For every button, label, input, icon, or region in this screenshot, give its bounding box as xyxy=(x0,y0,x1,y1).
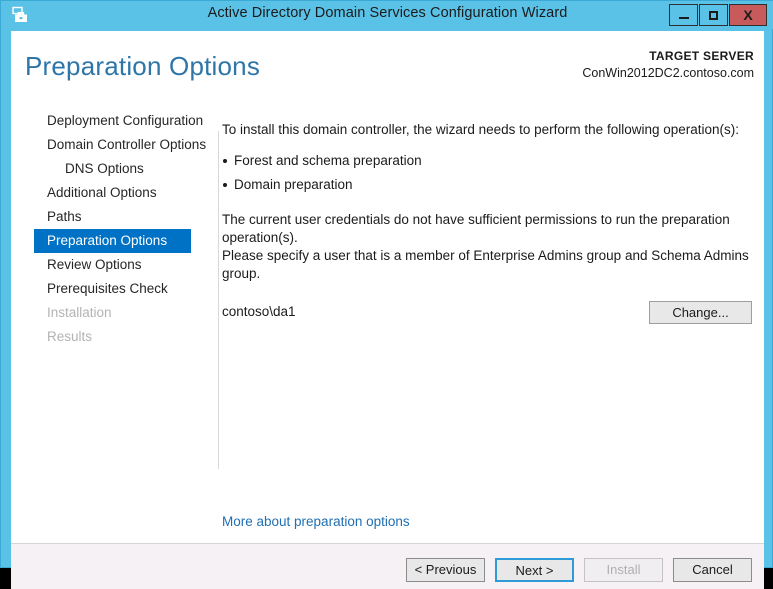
wizard-window: Active Directory Domain Services Configu… xyxy=(0,0,773,589)
list-item: Domain preparation xyxy=(222,173,752,197)
sidebar-divider xyxy=(218,131,219,469)
sidebar-item-preparation-options[interactable]: Preparation Options xyxy=(34,229,191,253)
wizard-footer: < Previous Next > Install Cancel xyxy=(11,543,764,589)
target-server-label: TARGET SERVER xyxy=(649,49,754,63)
credential-user-value: contoso\da1 xyxy=(222,304,296,319)
wizard-step-nav: Deployment Configuration Domain Controll… xyxy=(11,109,208,349)
change-credentials-button[interactable]: Change... xyxy=(649,301,752,324)
previous-button[interactable]: < Previous xyxy=(406,558,485,582)
sidebar-item-review-options[interactable]: Review Options xyxy=(11,253,208,277)
window-title: Active Directory Domain Services Configu… xyxy=(207,5,568,21)
window-controls: X xyxy=(669,4,767,26)
next-button[interactable]: Next > xyxy=(495,558,574,582)
sidebar-item-domain-controller-options[interactable]: Domain Controller Options xyxy=(11,133,208,157)
operations-list: Forest and schema preparation Domain pre… xyxy=(222,149,752,197)
target-server-block: TARGET SERVER ConWin2012DC2.contoso.com xyxy=(582,49,754,81)
sidebar-item-installation: Installation xyxy=(47,305,112,320)
maximize-icon xyxy=(709,10,718,20)
sidebar-item-dns-options[interactable]: DNS Options xyxy=(11,157,208,181)
cancel-button[interactable]: Cancel xyxy=(673,558,752,582)
minimize-button[interactable] xyxy=(669,4,698,26)
install-button: Install xyxy=(584,558,663,582)
sidebar-item-additional-options[interactable]: Additional Options xyxy=(11,181,208,205)
intro-text: To install this domain controller, the w… xyxy=(222,122,740,137)
maximize-button[interactable] xyxy=(699,4,728,26)
main-content: To install this domain controller, the w… xyxy=(222,121,752,325)
target-server-name: ConWin2012DC2.contoso.com xyxy=(582,66,754,80)
minimize-icon xyxy=(678,16,689,19)
permissions-warning-line1: The current user credentials do not have… xyxy=(222,212,730,245)
list-item: Forest and schema preparation xyxy=(222,149,752,173)
sidebar-item-deployment-configuration[interactable]: Deployment Configuration xyxy=(11,109,208,133)
close-icon: X xyxy=(743,7,753,23)
page-title: Preparation Options xyxy=(25,51,261,81)
footer-button-group: < Previous Next > Install Cancel xyxy=(406,558,752,582)
page-header: Preparation Options TARGET SERVER ConWin… xyxy=(11,31,764,99)
close-button[interactable]: X xyxy=(729,4,767,26)
title-bar: Active Directory Domain Services Configu… xyxy=(1,1,773,29)
more-about-preparation-options-link[interactable]: More about preparation options xyxy=(222,514,410,529)
sidebar-item-prerequisites-check[interactable]: Prerequisites Check xyxy=(11,277,208,301)
credential-row: contoso\da1 Change... xyxy=(222,301,752,325)
permissions-warning-line2: Please specify a user that is a member o… xyxy=(222,248,749,281)
sidebar-item-paths[interactable]: Paths xyxy=(11,205,208,229)
client-area: Preparation Options TARGET SERVER ConWin… xyxy=(11,31,764,589)
sidebar-item-results: Results xyxy=(47,329,93,344)
